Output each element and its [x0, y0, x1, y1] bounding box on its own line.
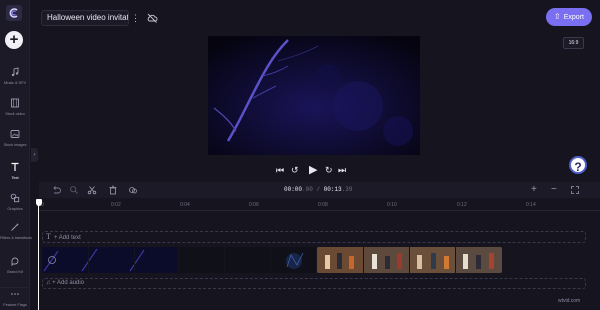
add-audio-label: + Add audio	[52, 280, 85, 286]
ruler-tick-label: 0:08	[318, 202, 328, 208]
sidebar-item-stock-images[interactable]: Stock images	[0, 129, 30, 147]
skip-to-start-icon[interactable]: ⏮	[276, 163, 284, 177]
zoom-in-icon[interactable]: +	[531, 185, 541, 195]
image-icon	[10, 130, 20, 138]
sidebar-item-filters[interactable]: Filters & transitions	[0, 222, 32, 240]
brand-kit-icon	[11, 257, 19, 266]
preview-frame-image	[208, 36, 420, 155]
add-media-button[interactable]: +	[5, 31, 23, 49]
ruler-tick-label: 0:14	[526, 202, 536, 208]
sidebar-item-graphics[interactable]: Graphics	[0, 193, 30, 211]
total-time: 00:13	[323, 186, 342, 193]
ruler-tick-label: 0:06	[249, 202, 259, 208]
clip-thumbnail	[42, 247, 178, 273]
watermark: wtvid.com	[558, 298, 581, 304]
playhead-line	[38, 204, 39, 310]
ruler-tick-label: 0:02	[111, 202, 121, 208]
project-menu-icon[interactable]: ⋮	[131, 10, 140, 26]
text-icon	[11, 162, 19, 171]
text-track-icon: T	[46, 232, 51, 241]
player-controls: ⏮ ↺ ▶ ↻ ⏭	[276, 163, 346, 177]
sidebar-item-music[interactable]: Music & SFX	[0, 67, 30, 85]
sidebar-item-brand-kit[interactable]: Brand Kit	[0, 256, 30, 274]
aspect-ratio-button[interactable]: 16:9	[563, 37, 584, 49]
magic-wand-icon	[11, 223, 20, 231]
more-icon	[11, 293, 19, 295]
add-text-label: + Add text	[53, 235, 81, 241]
play-icon[interactable]: ▶	[309, 163, 317, 177]
total-time-fraction: .39	[341, 186, 353, 193]
ruler-tick-label: 0:12	[457, 202, 467, 208]
rewind-5s-icon[interactable]: ↺	[291, 163, 299, 177]
sidebar-item-stock-video[interactable]: Stock video	[0, 98, 30, 116]
video-clip-dark[interactable]	[179, 247, 316, 273]
sidebar-item-label: Filters & transitions	[0, 235, 32, 240]
ruler-tick-label: 0:10	[387, 202, 397, 208]
split-scissors-icon[interactable]	[87, 185, 97, 195]
clipchamp-logo[interactable]	[6, 5, 22, 21]
music-note-icon	[11, 67, 19, 77]
zoom-icon[interactable]	[69, 185, 79, 195]
help-button[interactable]: ?	[569, 156, 587, 174]
timecode: 00:00.00 / 00:13.39	[284, 185, 352, 195]
sidebar-item-text[interactable]: Text	[0, 162, 30, 180]
sidebar-item-feature-flags[interactable]: Feature Flags	[0, 289, 30, 307]
add-audio-track[interactable]: ♫ + Add audio	[42, 278, 586, 289]
sidebar-item-label: Stock video	[5, 111, 25, 116]
sidebar-collapse-handle[interactable]: ›	[31, 148, 38, 162]
video-preview	[208, 36, 420, 155]
skip-to-end-icon[interactable]: ⏭	[338, 163, 346, 177]
sidebar-item-label: Graphics	[7, 206, 23, 211]
export-label: Export	[563, 14, 584, 21]
timeline-toolbar: 00:00.00 / 00:13.39 + −	[39, 182, 600, 198]
current-time: 00:00	[284, 186, 303, 193]
playhead-handle[interactable]	[36, 199, 42, 206]
add-text-track[interactable]: T + Add text	[42, 231, 586, 243]
delete-icon[interactable]	[108, 185, 118, 195]
film-icon	[11, 98, 19, 108]
shapes-icon	[10, 193, 20, 203]
upload-icon: ⇧	[554, 12, 561, 21]
export-button[interactable]: ⇧ Export	[546, 8, 592, 26]
sidebar-divider	[0, 287, 30, 288]
sidebar-item-label: Brand Kit	[7, 269, 23, 274]
zoom-out-icon[interactable]: −	[551, 185, 561, 195]
undo-icon[interactable]	[51, 185, 61, 195]
clip-thumbnail	[317, 247, 502, 273]
video-clip-forest[interactable]	[42, 247, 178, 273]
sidebar: + Music & SFX Stock video Stock images T…	[0, 0, 32, 310]
current-time-fraction: .00	[302, 186, 313, 193]
timecode-separator: /	[312, 186, 324, 193]
sidebar-item-label: Stock images	[3, 142, 27, 147]
timeline-ruler[interactable]: 0 0:02 0:04 0:06 0:08 0:10 0:12 0:14	[39, 199, 600, 211]
fit-timeline-icon[interactable]	[570, 185, 580, 195]
cloud-off-icon[interactable]	[146, 12, 158, 24]
duplicate-icon[interactable]	[128, 185, 138, 195]
ruler-tick-label: 0:04	[180, 202, 190, 208]
project-title-input[interactable]: Halloween video invitati	[41, 10, 129, 26]
sidebar-item-label: Feature Flags	[3, 302, 27, 307]
video-clip-party[interactable]	[317, 247, 502, 273]
logo-icon	[9, 8, 18, 18]
sidebar-item-label: Music & SFX	[3, 80, 26, 85]
sidebar-item-label: Text	[11, 175, 19, 180]
forward-5s-icon[interactable]: ↻	[325, 163, 333, 177]
video-track	[42, 247, 502, 273]
clip-thumbnail	[179, 247, 316, 273]
